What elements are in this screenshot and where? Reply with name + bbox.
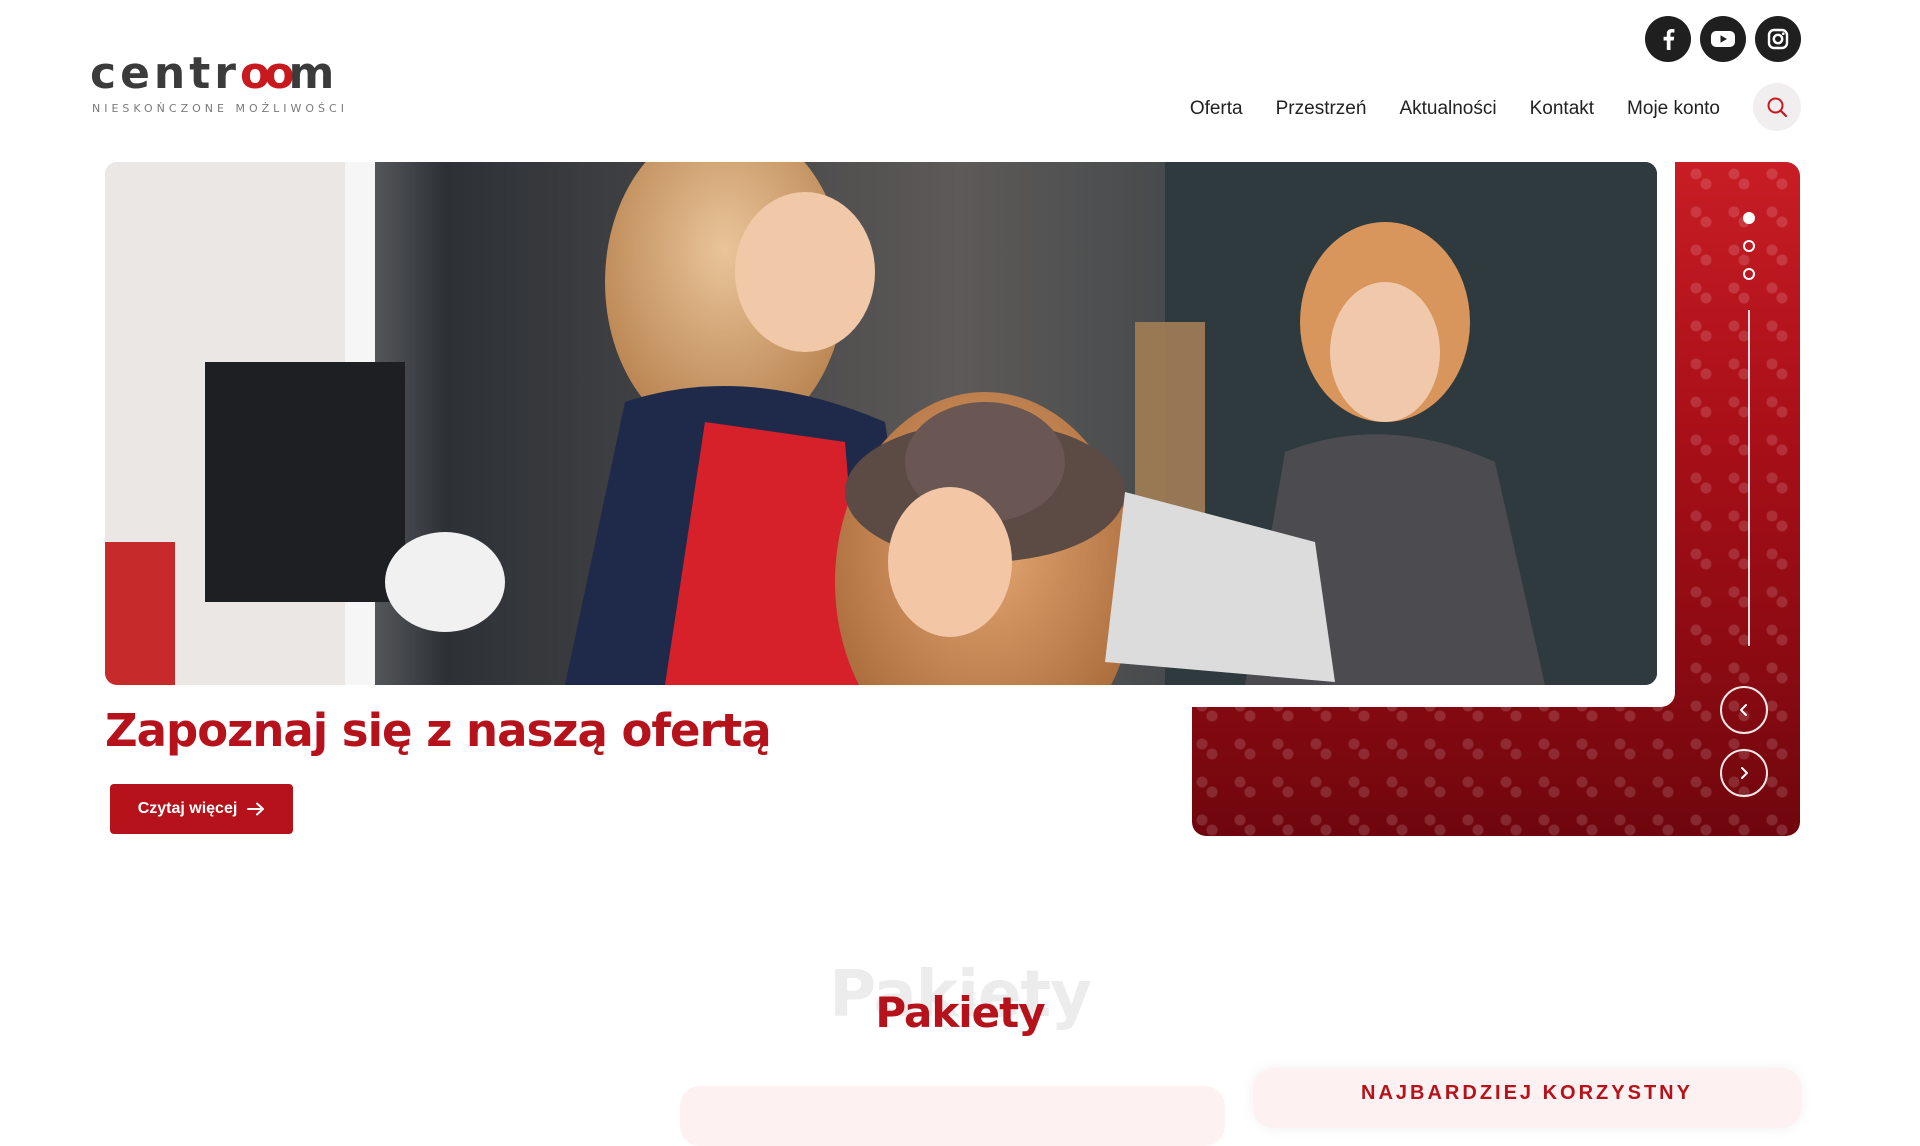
logo[interactable]: centroom NIESKOŃCZONE MOŻLIWOŚCI: [90, 48, 350, 116]
section-title: Pakiety: [875, 988, 1045, 1037]
nav-item-przestrzen[interactable]: Przestrzeń: [1276, 98, 1367, 120]
slider-dot-2[interactable]: [1743, 240, 1755, 252]
instagram-icon: [1767, 28, 1789, 50]
main-nav: Oferta Przestrzeń Aktualności Kontakt Mo…: [1190, 98, 1720, 120]
slider-dot-1[interactable]: [1743, 212, 1755, 224]
nav-item-aktualnosci[interactable]: Aktualności: [1399, 98, 1496, 120]
chevron-left-icon: [1740, 704, 1747, 716]
social-links: [1645, 16, 1801, 62]
chevron-right-icon: [1741, 767, 1748, 779]
hero-slide-image: [105, 162, 1657, 685]
facebook-icon: [1663, 29, 1675, 50]
slider-progress-line: [1748, 310, 1750, 646]
arrow-right-icon: [247, 802, 265, 816]
slider-next-button[interactable]: [1720, 749, 1768, 797]
slider-dot-3[interactable]: [1743, 268, 1755, 280]
logo-tagline: NIESKOŃCZONE MOŻLIWOŚCI: [92, 102, 348, 115]
hero-title: Zapoznaj się z naszą ofertą: [105, 704, 772, 757]
youtube-button[interactable]: [1700, 16, 1746, 62]
facebook-button[interactable]: [1645, 16, 1691, 62]
slider-dots: [1743, 212, 1755, 280]
nav-item-oferta[interactable]: Oferta: [1190, 98, 1243, 120]
package-card[interactable]: [680, 1086, 1225, 1146]
nav-item-moje-konto[interactable]: Moje konto: [1627, 98, 1720, 120]
package-card-featured[interactable]: NAJBARDZIEJ KORZYSTNY: [1253, 1068, 1801, 1128]
nav-item-kontakt[interactable]: Kontakt: [1530, 98, 1594, 120]
featured-label: NAJBARDZIEJ KORZYSTNY: [1361, 1082, 1693, 1104]
slider-prev-button[interactable]: [1720, 686, 1768, 734]
read-more-button[interactable]: Czytaj więcej: [110, 784, 293, 834]
youtube-icon: [1711, 31, 1735, 47]
read-more-label: Czytaj więcej: [137, 800, 238, 817]
logo-wordmark: centroom: [90, 48, 339, 99]
search-button[interactable]: [1753, 83, 1801, 131]
search-icon: [1767, 97, 1788, 118]
instagram-button[interactable]: [1755, 16, 1801, 62]
